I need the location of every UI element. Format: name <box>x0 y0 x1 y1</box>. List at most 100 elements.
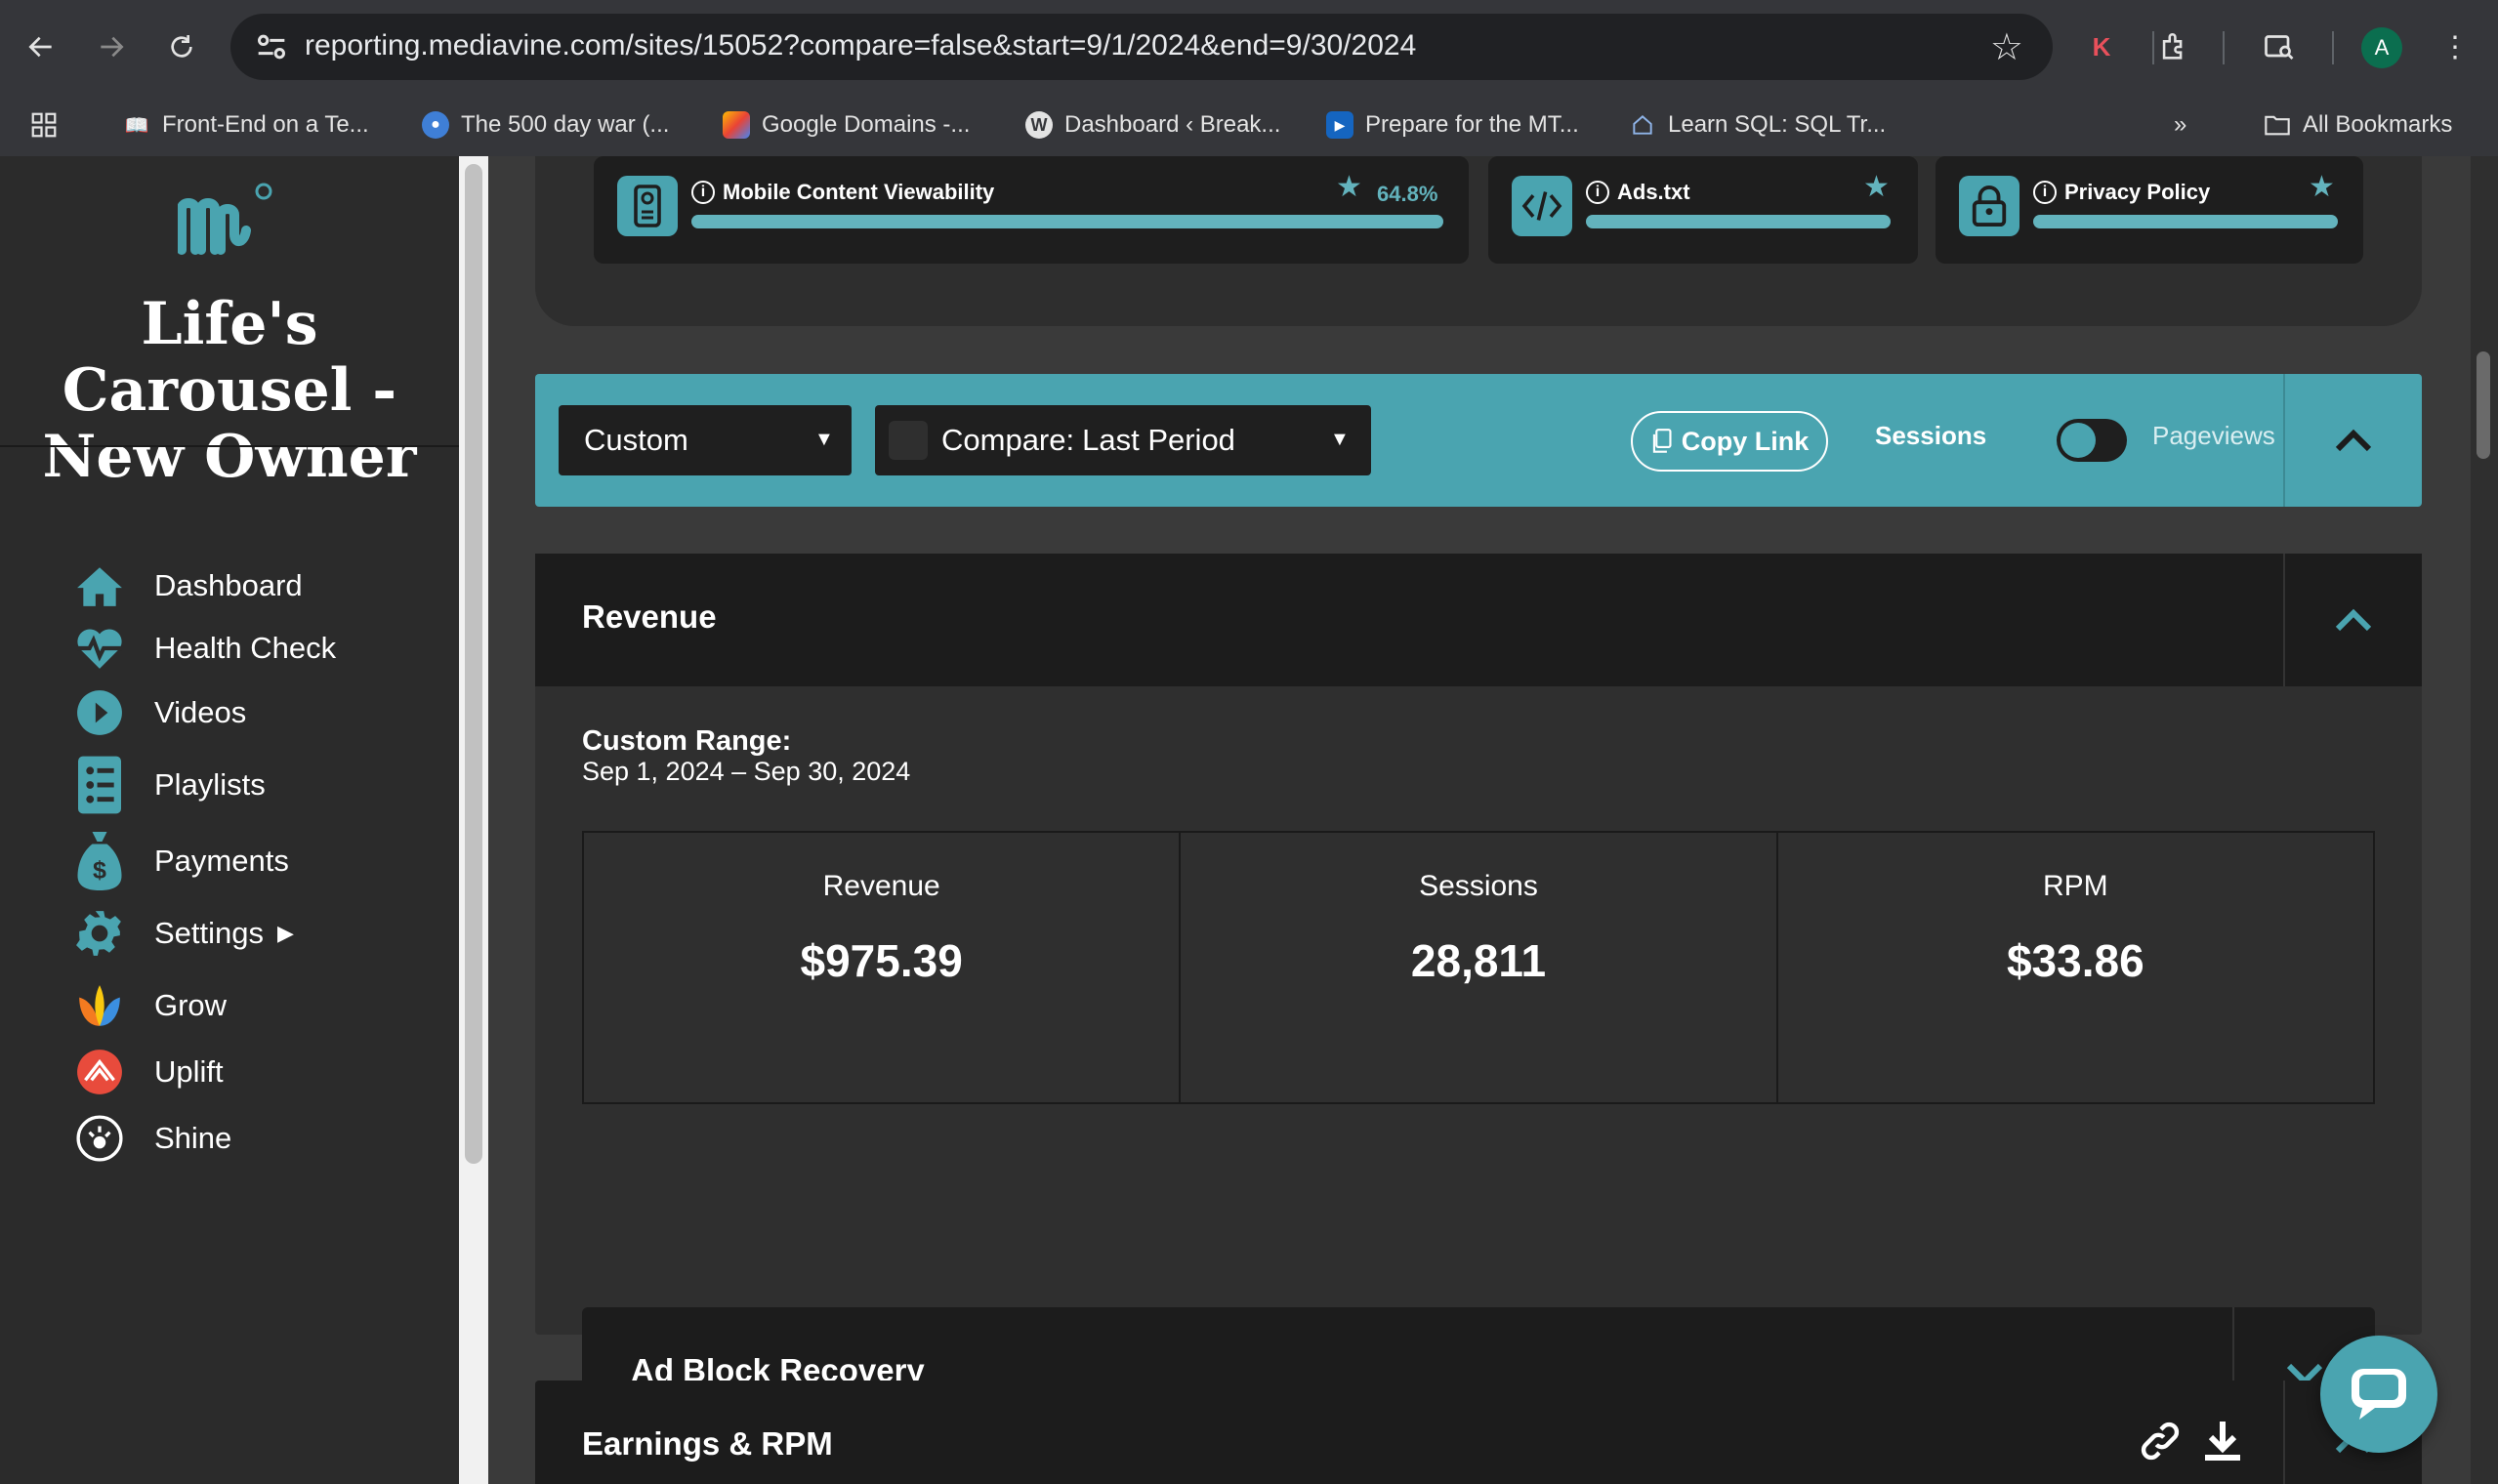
main-content: i Mobile Content Viewability ★ 64.8% i A… <box>488 156 2471 1484</box>
address-bar[interactable]: reporting.mediavine.com/sites/15052?comp… <box>230 14 2053 80</box>
revenue-title: Revenue <box>582 598 717 635</box>
stat-value: 28,811 <box>1410 935 1547 986</box>
info-icon[interactable]: i <box>1586 181 1609 204</box>
health-card-mobile-viewability[interactable]: i Mobile Content Viewability ★ 64.8% <box>594 156 1469 264</box>
toolbar-divider <box>2332 31 2334 64</box>
sidebar-item-settings[interactable]: Settings ▶ <box>74 904 294 963</box>
star-icon: ★ <box>1863 171 1890 203</box>
bookmark-item[interactable]: W Dashboard ‹ Break... <box>1025 105 1280 144</box>
sidebar: Life's Carousel - New Owner Dashboard He… <box>0 156 459 1484</box>
health-card-title: Ads.txt <box>1617 180 1690 204</box>
book-icon: 📖 <box>124 114 149 137</box>
revenue-header: Revenue <box>535 554 2422 686</box>
info-icon[interactable]: i <box>2033 181 2057 204</box>
sidebar-item-label: Uplift <box>154 1054 224 1089</box>
uplift-icon <box>74 1047 125 1097</box>
date-range-select[interactable]: Custom ▼ <box>559 405 852 475</box>
filter-collapse-button[interactable] <box>2283 374 2422 507</box>
back-icon[interactable] <box>16 21 66 72</box>
revenue-panel: Revenue Custom Range: Sep 1, 2024 – Sep … <box>535 554 2422 1442</box>
health-card-progress-bar <box>1586 215 1891 228</box>
sidebar-item-videos[interactable]: Videos <box>74 683 246 742</box>
extension-k-icon[interactable]: K <box>2076 21 2127 72</box>
stat-label: Sessions <box>1419 870 1538 902</box>
health-card-label: i Ads.txt <box>1586 180 1690 205</box>
health-card-title: Privacy Policy <box>2064 180 2211 204</box>
download-icon[interactable] <box>2203 1420 2242 1467</box>
more-bookmarks-icon[interactable]: » <box>2174 105 2186 144</box>
bookmark-item[interactable]: 📖 Front-End on a Te... <box>123 105 369 144</box>
compare-checkbox[interactable] <box>889 421 928 460</box>
browser-toolbar: reporting.mediavine.com/sites/15052?comp… <box>0 0 2498 94</box>
house-icon <box>1629 111 1656 139</box>
sidebar-item-shine[interactable]: Shine <box>74 1109 231 1168</box>
bookmark-star-icon[interactable]: ☆ <box>1990 25 2023 69</box>
bookmark-item[interactable]: Google Domains -... <box>723 105 970 144</box>
sidebar-item-label: Health Check <box>154 631 337 665</box>
stat-rpm: RPM $33.86 <box>1778 833 2373 1102</box>
chevron-up-icon <box>2335 608 2372 632</box>
stat-value: $33.86 <box>2006 935 2144 986</box>
all-bookmarks-label: All Bookmarks <box>2303 111 2453 138</box>
sidebar-item-label: Videos <box>154 695 247 729</box>
sidebar-item-dashboard[interactable]: Dashboard <box>74 556 303 615</box>
health-check-panel: i Mobile Content Viewability ★ 64.8% i A… <box>535 156 2422 326</box>
forward-icon[interactable] <box>86 21 137 72</box>
sidebar-item-uplift[interactable]: Uplift <box>74 1043 224 1101</box>
reload-icon[interactable] <box>156 21 207 72</box>
bookmark-item[interactable]: ● The 500 day war (... <box>422 105 669 144</box>
copy-link-button[interactable]: Copy Link <box>1631 411 1828 472</box>
compare-select[interactable]: Compare: Last Period ▼ <box>875 405 1371 475</box>
toggle-label-sessions[interactable]: Sessions <box>1875 421 1986 451</box>
all-bookmarks[interactable]: All Bookmarks <box>2264 105 2452 144</box>
health-card-label: i Privacy Policy <box>2033 180 2210 205</box>
sessions-pageviews-toggle[interactable] <box>2057 419 2127 462</box>
health-card-privacy-policy[interactable]: i Privacy Policy ★ <box>1936 156 2363 264</box>
copy-link-label: Copy Link <box>1681 426 1810 456</box>
gear-icon <box>74 908 125 959</box>
sidebar-item-playlists[interactable]: Playlists <box>74 756 266 814</box>
revenue-stats: Revenue $975.39 Sessions 28,811 RPM $33.… <box>582 831 2375 1104</box>
revenue-collapse-button[interactable] <box>2283 554 2422 686</box>
bookmark-label: Dashboard ‹ Break... <box>1064 111 1281 138</box>
info-icon[interactable]: i <box>691 181 715 204</box>
chat-button[interactable] <box>2320 1336 2437 1453</box>
main-scrollbar-thumb[interactable] <box>2477 351 2490 459</box>
shine-icon <box>74 1113 125 1164</box>
apps-grid-icon[interactable] <box>29 105 59 144</box>
extensions-puzzle-icon[interactable] <box>2148 21 2199 72</box>
browser-menu-icon[interactable]: ⋮ <box>2430 21 2480 72</box>
heartbeat-icon <box>74 623 125 674</box>
profile-avatar[interactable]: A <box>2361 27 2402 68</box>
sidebar-item-label: Dashboard <box>154 568 303 602</box>
google-domains-icon <box>723 111 750 139</box>
sidebar-item-grow[interactable]: Grow <box>74 976 227 1035</box>
lock-icon <box>1959 176 2019 236</box>
bookmark-label: Front-End on a Te... <box>162 111 369 138</box>
url-text[interactable]: reporting.mediavine.com/sites/15052?comp… <box>305 29 1416 62</box>
globe-icon: ● <box>422 111 449 139</box>
compare-value: Last Period <box>1082 423 1235 457</box>
health-card-ads-txt[interactable]: i Ads.txt ★ <box>1488 156 1918 264</box>
earnings-rpm-title: Earnings & RPM <box>582 1425 833 1462</box>
browser-chrome: reporting.mediavine.com/sites/15052?comp… <box>0 0 2498 156</box>
sidebar-scrollbar-thumb[interactable] <box>465 164 482 1164</box>
health-card-percent: 64.8% <box>1377 182 1438 206</box>
divider <box>0 445 459 447</box>
toggle-knob <box>2061 423 2096 458</box>
link-icon[interactable] <box>2139 1420 2182 1467</box>
bookmark-label: Learn SQL: SQL Tr... <box>1668 111 1887 138</box>
sidebar-item-health-check[interactable]: Health Check <box>74 619 336 678</box>
chevron-up-icon <box>2335 429 2372 452</box>
caret-down-icon: ▼ <box>814 429 834 450</box>
toggle-label-pageviews[interactable]: Pageviews <box>2152 421 2275 451</box>
bookmark-item[interactable]: ▶ Prepare for the MT... <box>1326 105 1579 144</box>
sidebar-item-payments[interactable]: $ Payments <box>74 832 289 890</box>
home-icon <box>74 560 125 611</box>
sidebar-item-label: Payments <box>154 844 289 878</box>
stat-sessions: Sessions 28,811 <box>1181 833 1778 1102</box>
site-info-icon[interactable] <box>252 27 291 66</box>
tab-search-icon[interactable] <box>2254 21 2305 72</box>
grow-icon <box>74 980 125 1031</box>
bookmark-item[interactable]: Learn SQL: SQL Tr... <box>1629 105 1886 144</box>
